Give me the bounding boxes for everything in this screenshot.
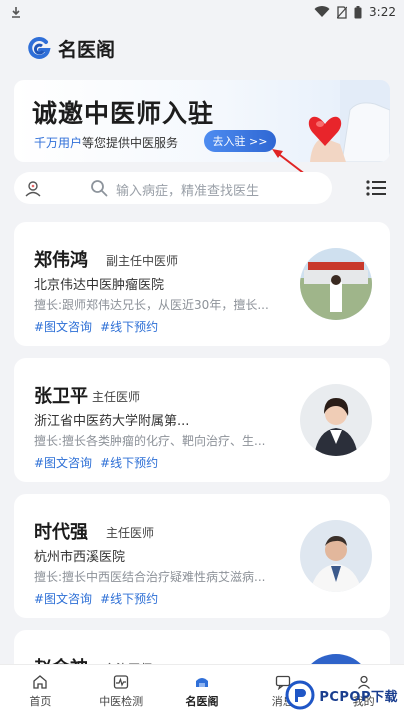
tag-appointment[interactable]: #线下预约 — [100, 318, 158, 335]
tag-consult[interactable]: #图文咨询 — [34, 318, 92, 335]
pcpop-logo-icon — [285, 680, 315, 710]
tag-appointment[interactable]: #线下预约 — [100, 454, 158, 471]
doctor-photo — [300, 384, 372, 456]
g-logo-icon — [28, 36, 51, 59]
search-icon — [91, 180, 108, 197]
join-banner[interactable]: 诚邀中医师入驻 千万用户等您提供中医服务 去入驻 >> — [14, 80, 390, 162]
banner-subtitle-rest: 等您提供中医服务 — [82, 136, 179, 150]
tab-label: 名医阁 — [185, 695, 219, 708]
banner-title: 诚邀中医师入驻 — [32, 99, 215, 128]
pulse-icon — [114, 675, 129, 689]
doctor-skill: 擅长:跟师郑伟达兄长，从医近30年，擅长... — [34, 298, 269, 312]
tab-home[interactable]: 首页 — [0, 665, 81, 720]
tab-famous-doctors[interactable]: 名医阁 — [162, 665, 243, 720]
tag-consult[interactable]: #图文咨询 — [34, 590, 92, 607]
watermark: PCPOP下载 — [285, 680, 398, 710]
join-button[interactable]: 去入驻 >> — [204, 130, 276, 152]
tab-label: 中医检测 — [99, 695, 144, 708]
doctor-card[interactable]: 郑伟鸿 副主任中医师 北京伟达中医肿瘤医院 擅长:跟师郑伟达兄长，从医近30年，… — [14, 222, 390, 346]
doctor-photo — [300, 520, 372, 592]
download-icon — [12, 7, 20, 18]
doctor-hospital: 杭州市西溪医院 — [34, 550, 126, 565]
doctor-avatar-icon[interactable] — [24, 179, 42, 197]
doctor-photo — [300, 248, 372, 320]
doctor-skill: 擅长:擅长中西医结合治疗疑难性病艾滋病... — [34, 570, 266, 584]
doctor-name: 时代强 — [34, 522, 88, 543]
tag-appointment[interactable]: #线下预约 — [100, 590, 158, 607]
doctor-hospital: 浙江省中医药大学附属第... — [34, 414, 190, 429]
doctor-tags: #图文咨询 #线下预约 — [34, 590, 158, 607]
status-time: 3:22 — [369, 5, 396, 19]
tag-consult[interactable]: #图文咨询 — [34, 454, 92, 471]
search-row: 输入病症，精准查找医生 — [14, 172, 390, 204]
banner-subtitle: 千万用户等您提供中医服务 — [34, 134, 178, 151]
tab-label: 首页 — [29, 695, 52, 708]
doctor-name: 张卫平 — [34, 386, 88, 407]
search-placeholder: 输入病症，精准查找医生 — [116, 184, 260, 199]
status-bar: 3:22 — [0, 0, 404, 24]
wifi-icon — [314, 6, 330, 18]
doctor-hospital: 北京伟达中医肿瘤医院 — [34, 278, 165, 293]
doctor-hat-icon — [195, 678, 208, 687]
status-icons: 3:22 — [314, 5, 396, 19]
battery-icon — [354, 5, 362, 18]
heart-hand-illustration — [308, 80, 390, 162]
doctor-tags: #图文咨询 #线下预约 — [34, 454, 158, 471]
app-title: 名医阁 — [58, 38, 116, 61]
search-input[interactable]: 输入病症，精准查找医生 — [14, 172, 332, 204]
doctor-card[interactable]: 时代强 主任医师 杭州市西溪医院 擅长:擅长中西医结合治疗疑难性病艾滋病... … — [14, 494, 390, 618]
list-icon[interactable] — [366, 179, 386, 197]
home-icon — [33, 675, 48, 689]
doctor-tags: #图文咨询 #线下预约 — [34, 318, 158, 335]
app-header: 名医阁 — [0, 28, 404, 68]
doctor-card[interactable]: 张卫平 主任医师 浙江省中医药大学附属第... 擅长:擅长各类肿瘤的化疗、靶向治… — [14, 358, 390, 482]
no-sim-icon — [337, 5, 348, 19]
doctor-title: 主任医师 — [92, 390, 141, 404]
banner-subtitle-highlight: 千万用户 — [34, 136, 83, 150]
doctor-title: 副主任中医师 — [106, 254, 179, 268]
watermark-text: PCPOP下载 — [319, 689, 398, 705]
tab-tcm-check[interactable]: 中医检测 — [81, 665, 162, 720]
doctor-skill: 擅长:擅长各类肿瘤的化疗、靶向治疗、生... — [34, 434, 266, 448]
doctor-name: 郑伟鸿 — [34, 250, 88, 271]
doctor-title: 主任医师 — [106, 526, 155, 540]
